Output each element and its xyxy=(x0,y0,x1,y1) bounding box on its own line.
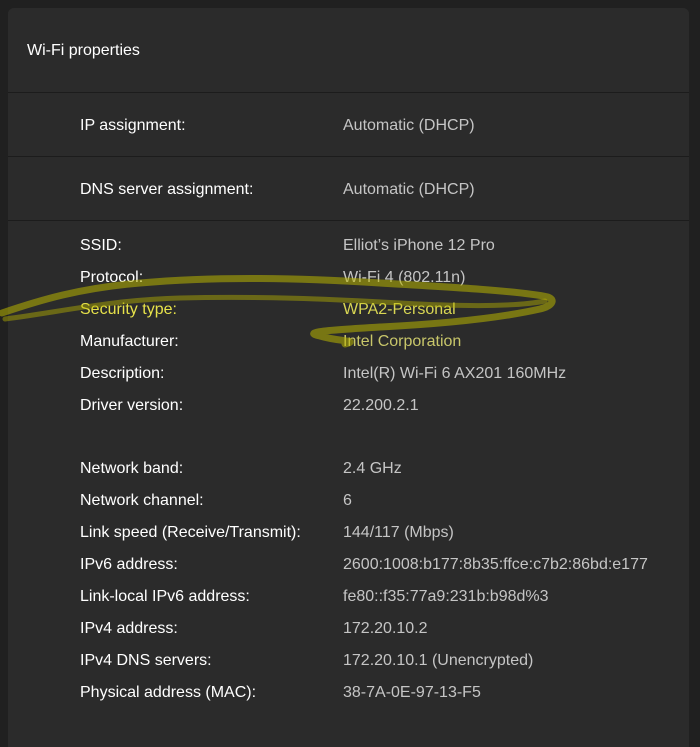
property-row-ipv4-dns: IPv4 DNS servers: 172.20.10.1 (Unencrypt… xyxy=(8,652,689,676)
dns-assignment-value: Automatic (DHCP) xyxy=(343,181,475,198)
property-value[interactable]: fe80::f35:77a9:231b:b98d%3 xyxy=(343,588,549,606)
property-row-security-type: Security type: WPA2-Personal xyxy=(8,301,689,325)
ip-assignment-value: Automatic (DHCP) xyxy=(343,117,475,134)
property-value[interactable]: Wi-Fi 4 (802.11n) xyxy=(343,269,465,287)
property-value[interactable]: 172.20.10.1 (Unencrypted) xyxy=(343,652,533,670)
property-row-manufacturer: Manufacturer: Intel Corporation xyxy=(8,333,689,357)
property-label: IPv6 address: xyxy=(80,556,178,573)
property-value[interactable]: 2600:1008:b177:8b35:ffce:c7b2:86bd:e177 xyxy=(343,556,648,574)
properties-header[interactable]: Wi-Fi properties xyxy=(8,8,689,93)
property-label: Protocol: xyxy=(80,269,144,286)
property-row-protocol: Protocol: Wi-Fi 4 (802.11n) xyxy=(8,269,689,293)
wifi-properties-panel: Wi-Fi properties IP assignment: Automati… xyxy=(8,8,689,747)
property-value[interactable]: 2.4 GHz xyxy=(343,460,402,478)
property-label: IPv4 address: xyxy=(80,620,178,637)
property-label: Physical address (MAC): xyxy=(80,684,257,701)
property-value[interactable]: 144/117 (Mbps) xyxy=(343,524,454,542)
dns-assignment-row: DNS server assignment: Automatic (DHCP) xyxy=(8,181,689,205)
property-row-ipv6-address: IPv6 address: 2600:1008:b177:8b35:ffce:c… xyxy=(8,556,689,580)
property-row-ssid: SSID: Elliot’s iPhone 12 Pro xyxy=(8,237,689,261)
property-row-ipv4-address: IPv4 address: 172.20.10.2 xyxy=(8,620,689,644)
property-value[interactable]: 38-7A-0E-97-13-F5 xyxy=(343,684,481,702)
property-row-link-speed: Link speed (Receive/Transmit): 144/117 (… xyxy=(8,524,689,548)
property-value[interactable]: WPA2-Personal xyxy=(343,301,456,319)
property-row-description: Description: Intel(R) Wi-Fi 6 AX201 160M… xyxy=(8,365,689,389)
property-row-mac-address: Physical address (MAC): 38-7A-0E-97-13-F… xyxy=(8,684,689,708)
settings-page: Wi-Fi properties IP assignment: Automati… xyxy=(0,0,700,747)
property-row-network-band: Network band: 2.4 GHz xyxy=(8,460,689,484)
property-row-driver-version: Driver version: 22.200.2.1 xyxy=(8,397,689,421)
property-value[interactable]: Intel Corporation xyxy=(343,333,461,351)
property-value[interactable]: Elliot’s iPhone 12 Pro xyxy=(343,237,495,255)
property-label: Description: xyxy=(80,365,165,382)
property-label: Link-local IPv6 address: xyxy=(80,588,250,605)
ip-assignment-section: IP assignment: Automatic (DHCP) xyxy=(8,93,689,157)
property-value[interactable]: 22.200.2.1 xyxy=(343,397,419,415)
ip-assignment-row: IP assignment: Automatic (DHCP) xyxy=(8,117,689,141)
ip-assignment-label: IP assignment: xyxy=(80,117,186,134)
property-label: IPv4 DNS servers: xyxy=(80,652,212,669)
dns-assignment-section: DNS server assignment: Automatic (DHCP) xyxy=(8,157,689,221)
property-label: Network channel: xyxy=(80,492,204,509)
property-row-network-channel: Network channel: 6 xyxy=(8,492,689,516)
property-label: Driver version: xyxy=(80,397,184,414)
property-value[interactable]: 172.20.10.2 xyxy=(343,620,428,638)
property-row-link-local-ipv6: Link-local IPv6 address: fe80::f35:77a9:… xyxy=(8,588,689,612)
property-label: Security type: xyxy=(80,301,177,318)
property-value[interactable]: 6 xyxy=(343,492,352,510)
property-label: SSID: xyxy=(80,237,122,254)
property-value[interactable]: Intel(R) Wi-Fi 6 AX201 160MHz xyxy=(343,365,566,383)
dns-assignment-label: DNS server assignment: xyxy=(80,181,254,198)
property-label: Network band: xyxy=(80,460,184,477)
page-title: Wi-Fi properties xyxy=(27,42,140,59)
property-label: Link speed (Receive/Transmit): xyxy=(80,524,301,541)
property-label: Manufacturer: xyxy=(80,333,179,350)
